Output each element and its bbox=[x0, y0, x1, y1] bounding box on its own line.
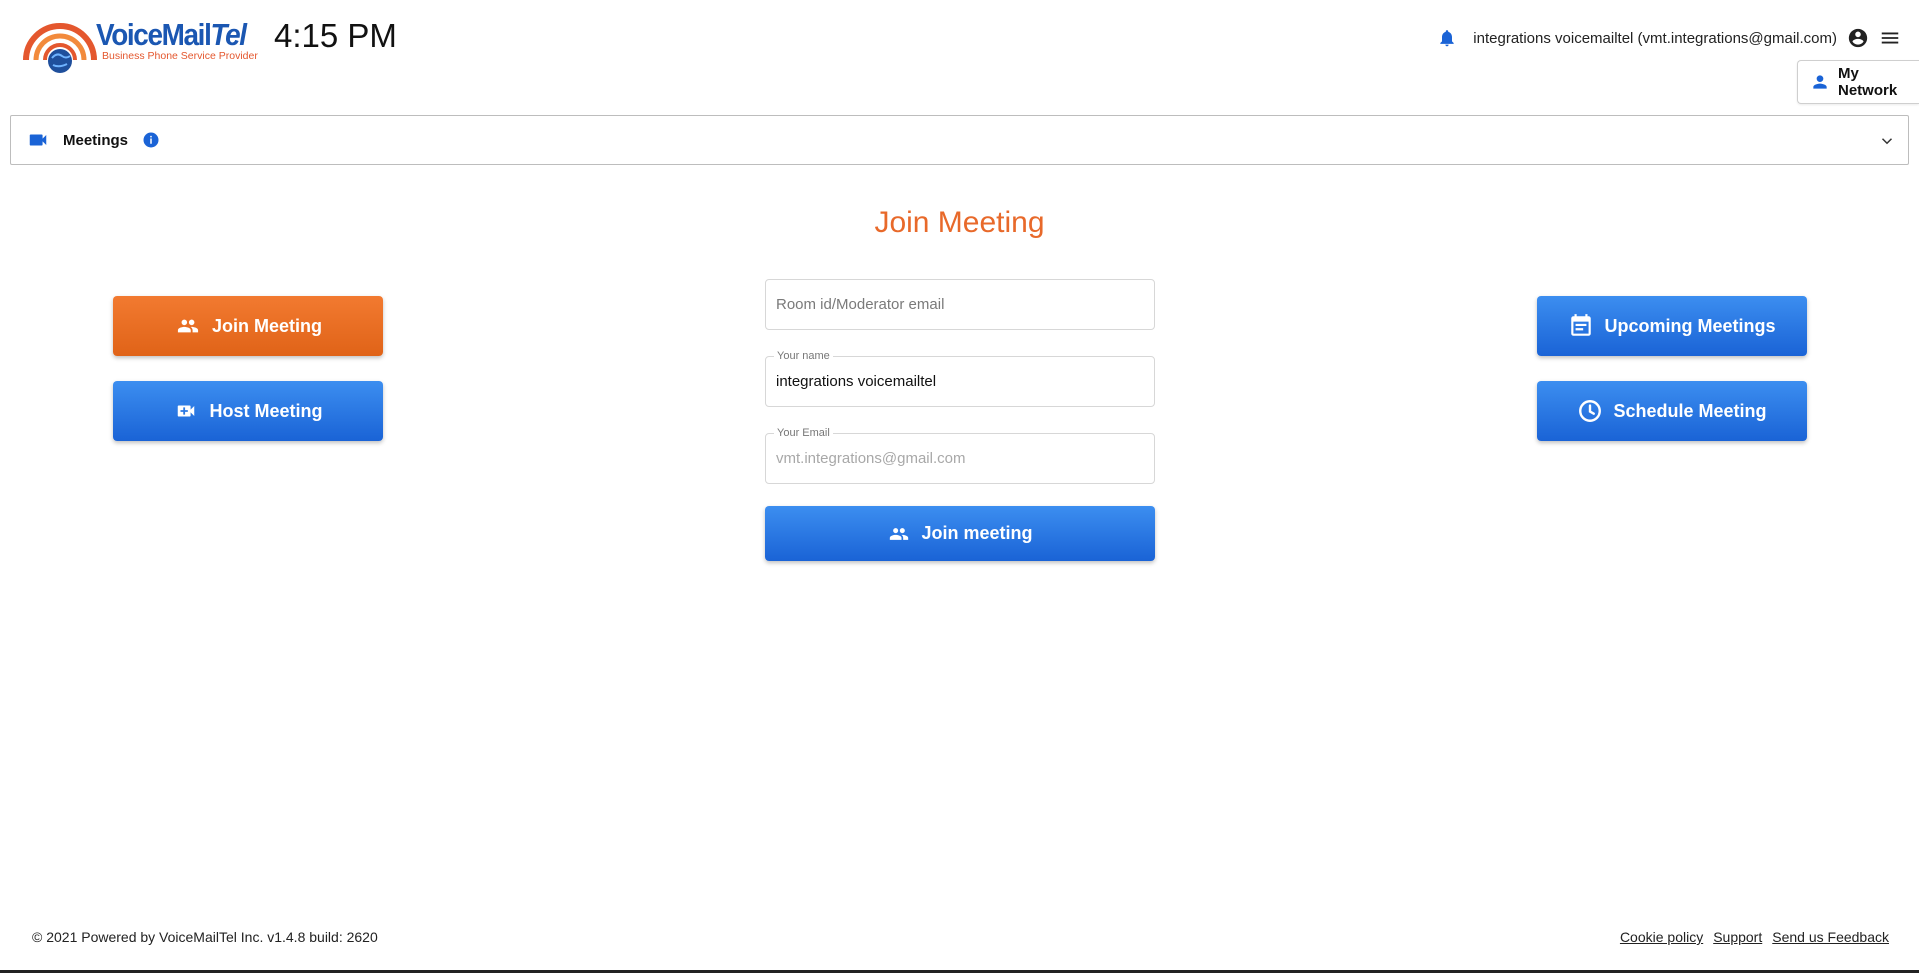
host-meeting-label: Host Meeting bbox=[209, 400, 323, 421]
join-meeting-submit-label: Join meeting bbox=[921, 523, 1033, 543]
schedule-meeting-label: Schedule Meeting bbox=[1613, 400, 1767, 421]
video-call-icon bbox=[173, 400, 199, 422]
room-id-input[interactable] bbox=[766, 280, 1154, 329]
schedule-meeting-button[interactable]: Schedule Meeting bbox=[1537, 381, 1807, 441]
group-icon bbox=[887, 524, 911, 544]
my-network-button[interactable]: My Network bbox=[1797, 60, 1919, 104]
meetings-section-header[interactable]: Meetings bbox=[10, 115, 1909, 165]
cookie-policy-link[interactable]: Cookie policy bbox=[1620, 929, 1703, 945]
your-name-field[interactable]: Your name bbox=[765, 349, 1155, 407]
your-email-input bbox=[766, 434, 1154, 483]
group-icon bbox=[174, 315, 202, 337]
footer-links: Cookie policy Support Send us Feedback bbox=[1620, 929, 1889, 945]
upcoming-meetings-label: Upcoming Meetings bbox=[1604, 315, 1776, 336]
upcoming-meetings-button[interactable]: Upcoming Meetings bbox=[1537, 296, 1807, 356]
videocam-icon bbox=[27, 129, 49, 151]
my-network-label: My Network bbox=[1838, 65, 1898, 99]
logo-arcs-icon bbox=[23, 23, 97, 73]
logo-tagline: Business Phone Service Provider bbox=[102, 50, 258, 62]
current-time: 4:15 PM bbox=[274, 17, 397, 54]
join-meeting-submit-button[interactable]: Join meeting bbox=[765, 506, 1155, 561]
user-identity[interactable]: integrations voicemailtel (vmt.integrati… bbox=[1473, 30, 1837, 47]
send-feedback-link[interactable]: Send us Feedback bbox=[1772, 929, 1889, 945]
info-icon[interactable] bbox=[142, 131, 160, 149]
menu-icon[interactable] bbox=[1879, 27, 1901, 49]
page-title: Join Meeting bbox=[874, 206, 1045, 239]
bell-icon[interactable] bbox=[1437, 27, 1457, 49]
person-icon bbox=[1810, 72, 1830, 92]
account-circle-icon[interactable] bbox=[1847, 27, 1869, 49]
brand-logo[interactable]: VoiceMailTel Business Phone Service Prov… bbox=[22, 14, 260, 74]
logo-wordmark: VoiceMailTel bbox=[96, 17, 247, 52]
clock-icon bbox=[1577, 398, 1603, 424]
your-email-field: Your Email bbox=[765, 426, 1155, 484]
footer-copyright: © 2021 Powered by VoiceMailTel Inc. v1.4… bbox=[32, 929, 378, 945]
host-meeting-button[interactable]: Host Meeting bbox=[113, 381, 383, 441]
join-meeting-tab-label: Join Meeting bbox=[211, 315, 322, 336]
meetings-label: Meetings bbox=[63, 131, 129, 149]
room-id-field[interactable] bbox=[765, 279, 1155, 330]
header-user-area: integrations voicemailtel (vmt.integrati… bbox=[1437, 24, 1901, 52]
chevron-down-icon[interactable] bbox=[1878, 132, 1896, 150]
calendar-icon bbox=[1568, 313, 1594, 339]
support-link[interactable]: Support bbox=[1713, 929, 1762, 945]
your-name-input[interactable] bbox=[766, 357, 1154, 406]
join-meeting-tab-button[interactable]: Join Meeting bbox=[113, 296, 383, 356]
